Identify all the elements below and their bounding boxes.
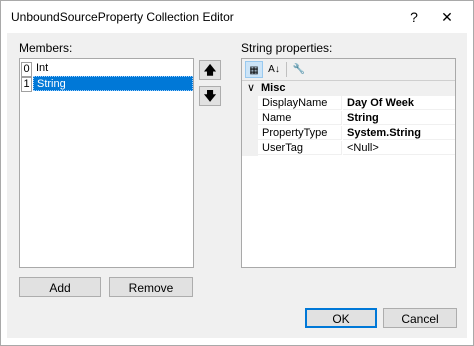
add-button[interactable]: Add (19, 277, 101, 297)
property-row[interactable]: PropertyType System.String (242, 126, 455, 141)
dialog-body: Members: 0 Int 1 String 🡅 🡇 Add Remove S… (7, 33, 467, 338)
remove-button[interactable]: Remove (109, 277, 193, 297)
cancel-button[interactable]: Cancel (383, 308, 457, 328)
property-row[interactable]: UserTag <Null> (242, 141, 455, 156)
move-down-button[interactable]: 🡇 (199, 86, 221, 106)
move-up-button[interactable]: 🡅 (199, 60, 221, 80)
members-list[interactable]: 0 Int 1 String (19, 58, 194, 268)
arrow-down-icon: 🡇 (203, 89, 217, 103)
category-misc[interactable]: ∨ Misc (242, 81, 455, 96)
collection-editor-dialog: UnboundSourceProperty Collection Editor … (0, 0, 474, 346)
row-gutter (242, 126, 258, 141)
property-pages-icon: 🔧 (292, 64, 306, 75)
property-grid-toolbar: ▦ A↓ 🔧 (242, 59, 455, 81)
help-icon[interactable]: ? (405, 7, 423, 27)
alphabetical-icon[interactable]: A↓ (265, 61, 283, 78)
category-name: Misc (261, 82, 286, 94)
close-icon[interactable]: ✕ (437, 7, 457, 27)
arrow-up-icon: 🡅 (203, 63, 217, 77)
property-value[interactable]: <Null> (343, 141, 455, 155)
property-name: PropertyType (258, 126, 342, 140)
properties-label: String properties: (241, 41, 333, 55)
window-title: UnboundSourceProperty Collection Editor (11, 10, 234, 24)
property-value[interactable]: System.String (343, 126, 455, 140)
row-gutter (242, 141, 258, 156)
property-row[interactable]: Name String (242, 111, 455, 126)
property-value[interactable]: String (343, 111, 455, 125)
member-index: 1 (21, 77, 32, 92)
members-label: Members: (19, 41, 73, 55)
property-name: DisplayName (258, 96, 342, 110)
member-name: String (33, 76, 193, 91)
property-name: Name (258, 111, 342, 125)
property-row[interactable]: DisplayName Day Of Week (242, 96, 455, 111)
chevron-down-icon[interactable]: ∨ (247, 81, 255, 96)
row-gutter (242, 96, 258, 111)
row-gutter (242, 111, 258, 126)
title-bar[interactable]: UnboundSourceProperty Collection Editor … (1, 1, 473, 33)
property-name: UserTag (258, 141, 342, 155)
member-name: Int (36, 62, 49, 74)
list-item[interactable]: 1 String (20, 76, 193, 92)
list-item[interactable]: 0 Int (20, 61, 193, 77)
property-grid[interactable]: ▦ A↓ 🔧 ∨ Misc DisplayName Day Of Week Na… (241, 58, 456, 268)
categorized-icon[interactable]: ▦ (245, 61, 263, 78)
ok-button[interactable]: OK (305, 308, 377, 328)
member-index: 0 (21, 62, 32, 77)
property-value[interactable]: Day Of Week (343, 96, 455, 110)
toolbar-separator (286, 62, 287, 77)
